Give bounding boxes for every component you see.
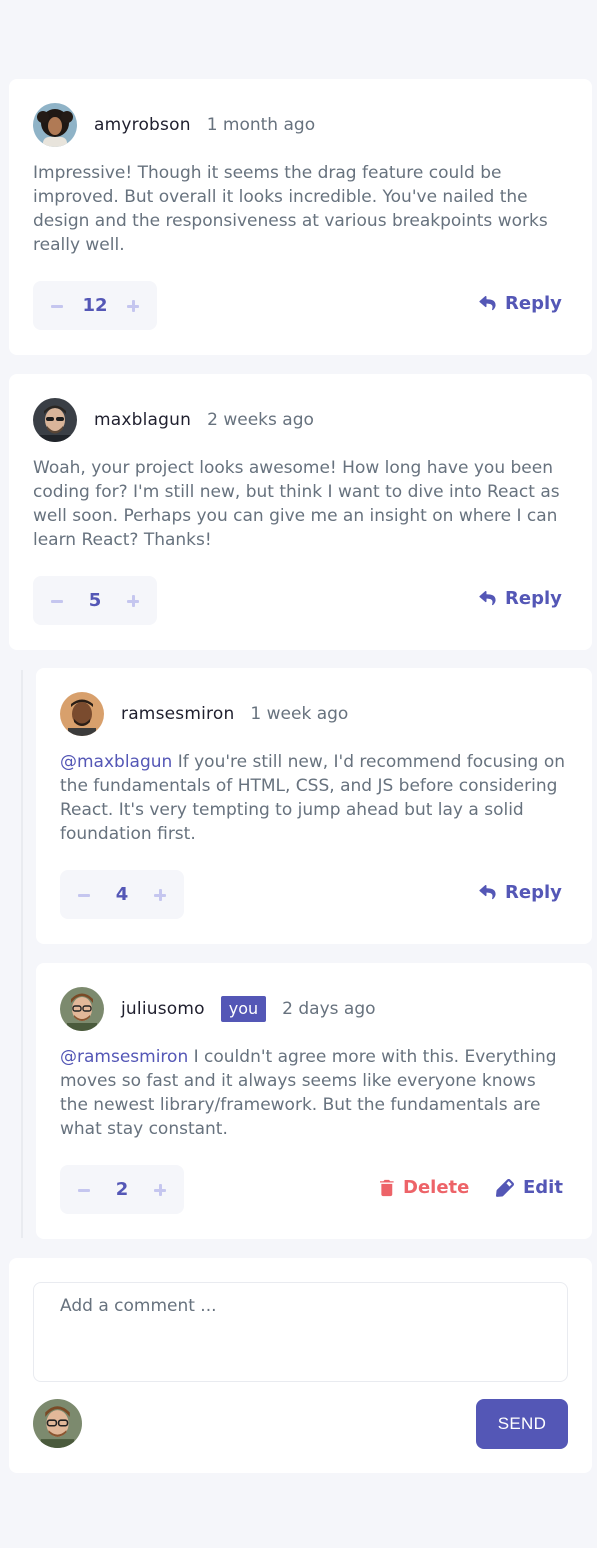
mention-link[interactable]: @maxblagun xyxy=(60,752,172,772)
delete-label: Delete xyxy=(403,1177,470,1198)
current-user-avatar xyxy=(33,1399,82,1448)
comment-input[interactable] xyxy=(33,1282,568,1382)
reply-label: Reply xyxy=(505,293,562,314)
vote-control: 12 xyxy=(33,281,157,330)
reply-button[interactable]: Reply xyxy=(479,588,562,609)
vote-control: 4 xyxy=(60,870,184,919)
downvote-button[interactable] xyxy=(49,593,65,609)
reply-icon xyxy=(479,296,496,311)
avatar[interactable] xyxy=(33,103,77,147)
mention-link[interactable]: @ramsesmiron xyxy=(60,1047,188,1067)
upvote-button[interactable] xyxy=(152,887,168,903)
avatar[interactable] xyxy=(60,692,104,736)
reply-thread-line xyxy=(21,670,23,1238)
comment-composer: SEND xyxy=(9,1258,592,1473)
vote-control: 5 xyxy=(33,576,157,625)
comment-text: Woah, your project looks awesome! How lo… xyxy=(33,458,560,550)
comment-text: @maxblagun If you're still new, I'd reco… xyxy=(60,750,568,846)
send-button[interactable]: SEND xyxy=(476,1399,568,1449)
vote-score: 5 xyxy=(88,590,102,611)
username: juliusomo xyxy=(121,999,205,1019)
reply-icon xyxy=(479,885,496,900)
comments-page: amyrobson 1 month ago Impressive! Though… xyxy=(0,0,597,1548)
pencil-icon xyxy=(496,1178,514,1197)
reply-button[interactable]: Reply xyxy=(479,882,562,903)
timestamp: 1 month ago xyxy=(206,115,316,135)
downvote-button[interactable] xyxy=(49,298,65,314)
you-badge: you xyxy=(220,996,267,1022)
avatar[interactable] xyxy=(60,987,104,1031)
vote-score: 2 xyxy=(115,1179,129,1200)
downvote-button[interactable] xyxy=(76,887,92,903)
upvote-button[interactable] xyxy=(125,298,141,314)
timestamp: 2 days ago xyxy=(282,999,376,1019)
username: amyrobson xyxy=(94,115,191,135)
upvote-button[interactable] xyxy=(125,593,141,609)
delete-button[interactable]: Delete xyxy=(380,1177,469,1198)
comment-card: amyrobson 1 month ago Impressive! Though… xyxy=(9,79,592,355)
reply-label: Reply xyxy=(505,882,562,903)
comment-header: ramsesmiron 1 week ago xyxy=(60,692,348,736)
vote-score: 4 xyxy=(115,884,129,905)
username: maxblagun xyxy=(94,410,192,430)
reply-card: ramsesmiron 1 week ago @maxblagun If you… xyxy=(36,668,592,944)
vote-control: 2 xyxy=(60,1165,184,1214)
reply-label: Reply xyxy=(505,588,562,609)
upvote-button[interactable] xyxy=(152,1182,168,1198)
avatar[interactable] xyxy=(33,398,77,442)
vote-score: 12 xyxy=(82,295,108,316)
comment-text: @ramsesmiron I couldn't agree more with … xyxy=(60,1045,568,1141)
comment-card: maxblagun 2 weeks ago Woah, your project… xyxy=(9,374,592,650)
reply-card: juliusomo you 2 days ago @ramsesmiron I … xyxy=(36,963,592,1239)
edit-button[interactable]: Edit xyxy=(496,1177,563,1198)
username: ramsesmiron xyxy=(121,704,235,724)
reply-button[interactable]: Reply xyxy=(479,293,562,314)
trash-icon xyxy=(380,1179,394,1196)
downvote-button[interactable] xyxy=(76,1182,92,1198)
timestamp: 2 weeks ago xyxy=(207,410,314,430)
reply-icon xyxy=(479,591,496,606)
edit-label: Edit xyxy=(523,1177,563,1198)
timestamp: 1 week ago xyxy=(250,704,349,724)
comment-header: juliusomo you 2 days ago xyxy=(60,987,376,1031)
comment-text: Impressive! Though it seems the drag fea… xyxy=(33,163,548,255)
comment-header: amyrobson 1 month ago xyxy=(33,103,315,147)
comment-header: maxblagun 2 weeks ago xyxy=(33,398,314,442)
